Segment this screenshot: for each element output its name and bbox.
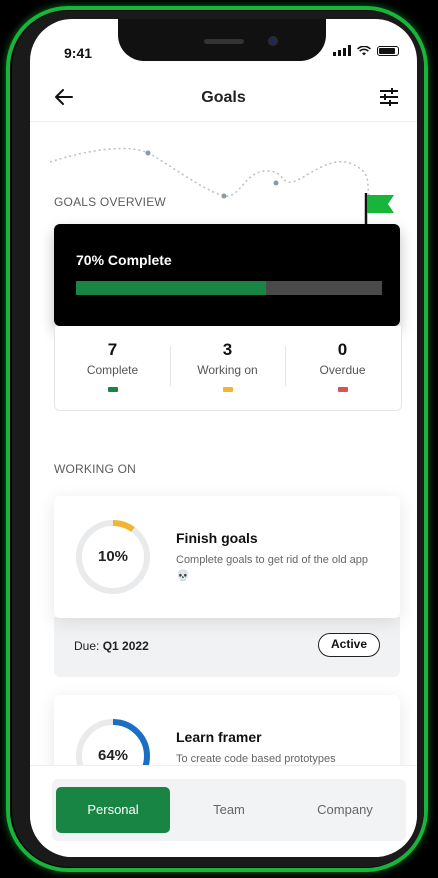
stat-value: 3 bbox=[222, 340, 233, 359]
stat-label: Working on bbox=[197, 363, 258, 377]
stat-label: Complete bbox=[86, 363, 139, 377]
signal-icon bbox=[333, 45, 351, 56]
due-prefix: Due: bbox=[74, 639, 100, 653]
stat-value: 0 bbox=[337, 340, 348, 359]
due-date: Due: Q1 2022 bbox=[74, 639, 149, 653]
due-value: Q1 2022 bbox=[102, 639, 149, 653]
device-notch bbox=[118, 19, 326, 61]
stat-complete: 7 Complete bbox=[55, 340, 170, 392]
filter-sliders-icon[interactable] bbox=[377, 85, 401, 109]
goal-title: Finish goals bbox=[176, 530, 258, 546]
goal-stats-card: 7 Complete 3 Working on 0 Overdue bbox=[54, 326, 402, 411]
progress-fill bbox=[76, 281, 266, 295]
tab-personal[interactable]: Personal bbox=[56, 787, 170, 833]
working-on-heading: WORKING ON bbox=[54, 462, 136, 476]
stat-color-marker bbox=[107, 387, 118, 392]
status-icons bbox=[333, 45, 399, 56]
goal-description: Complete goals to get rid of the old app… bbox=[176, 554, 369, 582]
decorative-path bbox=[49, 147, 371, 200]
battery-icon bbox=[377, 45, 399, 56]
goal-percent: 10% bbox=[97, 548, 129, 565]
stat-working-on: 3 Working on bbox=[170, 340, 285, 392]
speaker bbox=[204, 39, 244, 44]
stat-overdue: 0 Overdue bbox=[285, 340, 400, 392]
wifi-icon bbox=[357, 45, 371, 55]
goal-footer: Due: Q1 2022 Active bbox=[54, 617, 400, 677]
stat-color-marker bbox=[337, 387, 348, 392]
goals-overview-heading: GOALS OVERVIEW bbox=[54, 195, 166, 209]
app-header: Goals bbox=[30, 75, 417, 122]
page-title: Goals bbox=[201, 89, 246, 106]
status-time: 9:41 bbox=[64, 45, 93, 61]
stat-value: 7 bbox=[107, 340, 118, 359]
camera bbox=[268, 36, 278, 46]
stat-color-marker bbox=[222, 387, 233, 392]
app-screen: 9:41 Goals GOALS OVERVIEW 70% Complete 7… bbox=[30, 19, 417, 857]
progress-track bbox=[76, 281, 382, 295]
tab-company[interactable]: Company bbox=[288, 787, 402, 833]
tab-team[interactable]: Team bbox=[172, 787, 286, 833]
goal-card-finish-goals[interactable]: 10% Finish goals Complete goals to get r… bbox=[54, 496, 400, 618]
stat-label: Overdue bbox=[319, 363, 366, 377]
overall-progress-card: 70% Complete bbox=[54, 224, 400, 326]
goal-title: Learn framer bbox=[176, 729, 262, 745]
progress-label: 70% Complete bbox=[76, 252, 172, 268]
status-badge[interactable]: Active bbox=[318, 633, 380, 657]
scope-tabs: Personal Team Company bbox=[52, 779, 406, 841]
